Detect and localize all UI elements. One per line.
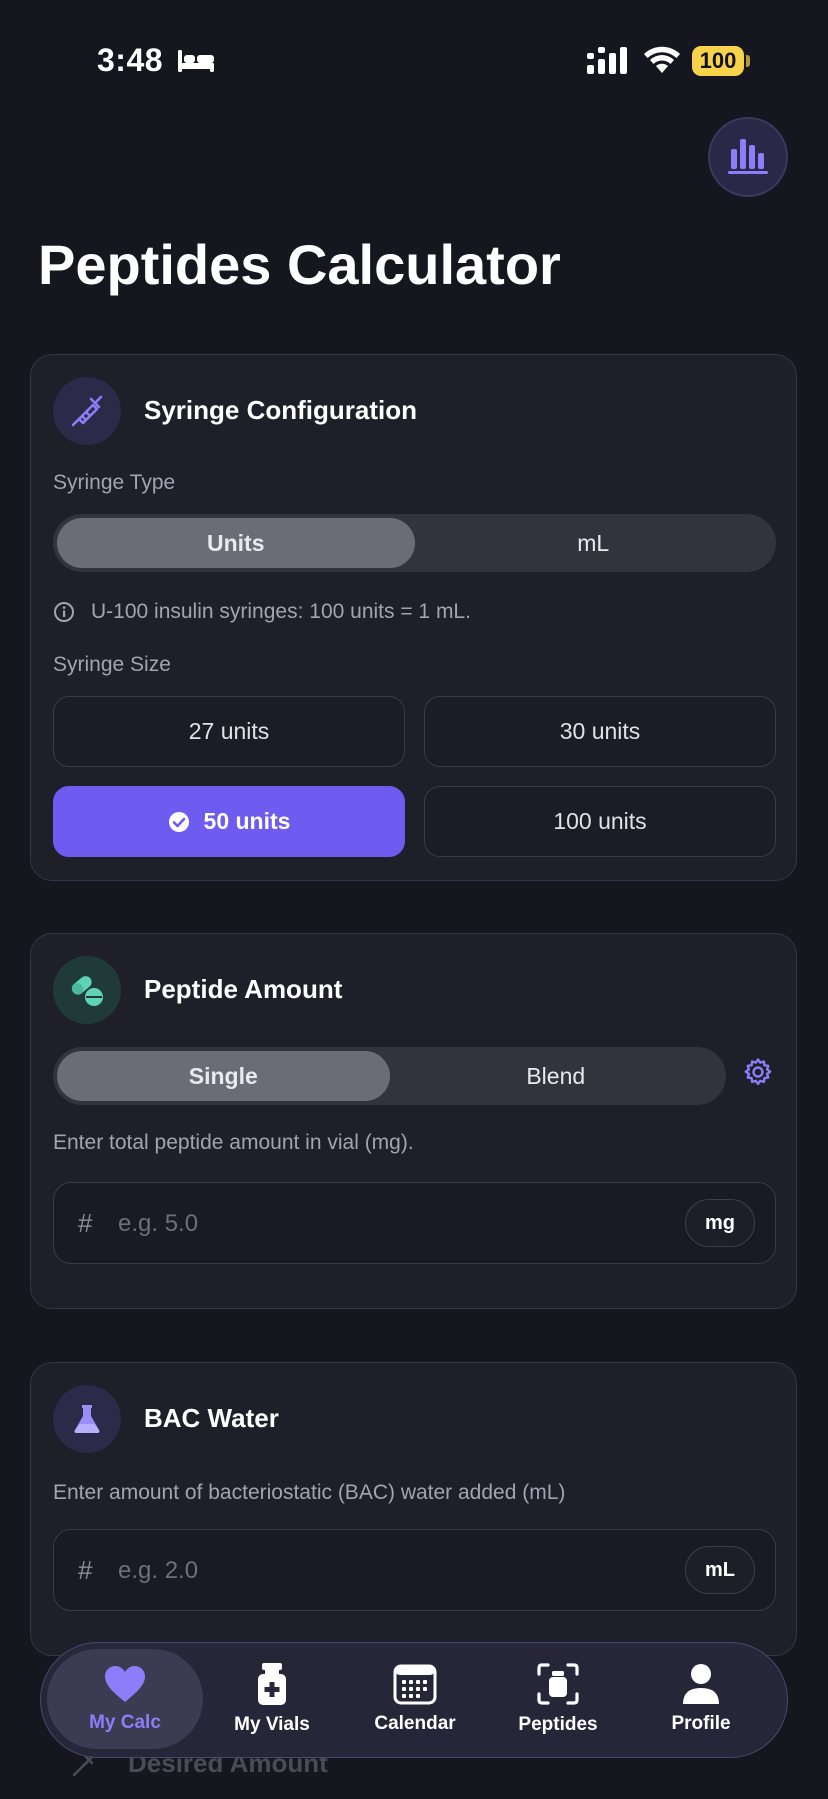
vial-icon — [258, 1663, 286, 1705]
heart-icon — [105, 1666, 145, 1702]
tab-my-calc[interactable]: My Calc — [47, 1649, 203, 1749]
syringe-size-100[interactable]: 100 units — [424, 786, 776, 857]
peptide-mode-single[interactable]: Single — [57, 1051, 390, 1101]
bac-water-title: BAC Water — [144, 1403, 279, 1433]
tab-peptides[interactable]: Peptides — [480, 1649, 636, 1749]
flask-icon — [53, 1385, 121, 1453]
tab-calendar[interactable]: Calendar — [337, 1649, 493, 1749]
syringe-size-30[interactable]: 30 units — [424, 696, 776, 767]
tab-my-calc-label: My Calc — [89, 1712, 161, 1733]
peptide-mode-blend[interactable]: Blend — [390, 1051, 723, 1101]
wifi-icon — [643, 45, 681, 80]
syringe-size-50[interactable]: 50 units — [53, 786, 405, 857]
person-icon — [683, 1664, 719, 1704]
syringe-configuration-title: Syringe Configuration — [144, 395, 417, 425]
peptide-amount-hint: Enter total peptide amount in vial (mg). — [53, 1131, 414, 1154]
syringe-type-units[interactable]: Units — [57, 518, 415, 568]
tab-my-vials[interactable]: My Vials — [194, 1649, 350, 1749]
peptide-amount-card: Peptide Amount Single Blend Enter total … — [30, 933, 797, 1309]
stats-button[interactable] — [708, 117, 788, 197]
bac-water-hint: Enter amount of bacteriostatic (BAC) wat… — [53, 1481, 566, 1504]
syringe-size-27-label: 27 units — [188, 718, 270, 744]
info-icon — [54, 602, 74, 622]
pills-icon — [53, 956, 121, 1024]
syringe-size-27[interactable]: 27 units — [53, 696, 405, 767]
bac-water-input[interactable] — [116, 1550, 600, 1592]
syringe-icon — [53, 377, 121, 445]
syringe-type-label: Syringe Type — [53, 471, 176, 494]
bar-chart-icon — [726, 135, 770, 180]
page-title: Peptides Calculator — [38, 233, 561, 296]
peptide-unit-badge[interactable]: mg — [685, 1199, 755, 1247]
peptide-amount-title: Peptide Amount — [144, 974, 343, 1004]
tab-bar: My Calc My Vials Calendar Peptides Profi… — [40, 1642, 788, 1758]
calendar-icon — [393, 1664, 437, 1705]
syringe-configuration-card: Syringe Configuration Syringe Type Units… — [30, 354, 797, 881]
syringe-size-100-label: 100 units — [553, 808, 647, 834]
tab-calendar-label: Calendar — [374, 1713, 456, 1734]
peptide-scan-icon — [537, 1663, 579, 1705]
cellular-signal-icon — [587, 47, 631, 80]
syringe-type-toggle: Units mL — [53, 514, 776, 572]
peptide-amount-input-box: # mg — [53, 1182, 776, 1264]
check-circle-icon — [168, 811, 189, 832]
battery-tip — [746, 55, 750, 67]
gear-icon[interactable] — [743, 1057, 773, 1092]
sleep-mode-icon — [176, 48, 216, 79]
hash-icon: # — [78, 1555, 93, 1585]
syringe-size-30-label: 30 units — [559, 718, 641, 744]
bac-water-unit-badge[interactable]: mL — [685, 1546, 755, 1594]
bac-water-card: BAC Water Enter amount of bacteriostatic… — [30, 1362, 797, 1656]
tab-profile[interactable]: Profile — [623, 1649, 779, 1749]
status-bar: 3:48 100 — [0, 0, 828, 120]
status-time: 3:48 — [97, 42, 164, 78]
bac-water-input-box: # mL — [53, 1529, 776, 1611]
syringe-size-50-label: 50 units — [203, 808, 291, 834]
battery-indicator: 100 — [692, 46, 744, 76]
tab-my-vials-label: My Vials — [234, 1714, 310, 1735]
peptide-mode-toggle: Single Blend — [53, 1047, 726, 1105]
syringe-info: U-100 insulin syringes: 100 units = 1 mL… — [53, 600, 471, 624]
syringe-size-label: Syringe Size — [53, 653, 171, 676]
syringe-type-ml[interactable]: mL — [415, 518, 773, 568]
hash-icon: # — [78, 1208, 93, 1238]
tab-profile-label: Profile — [671, 1713, 731, 1734]
syringe-info-text: U-100 insulin syringes: 100 units = 1 mL… — [91, 600, 471, 623]
peptide-amount-input[interactable] — [116, 1203, 600, 1245]
tab-peptides-label: Peptides — [518, 1714, 598, 1735]
